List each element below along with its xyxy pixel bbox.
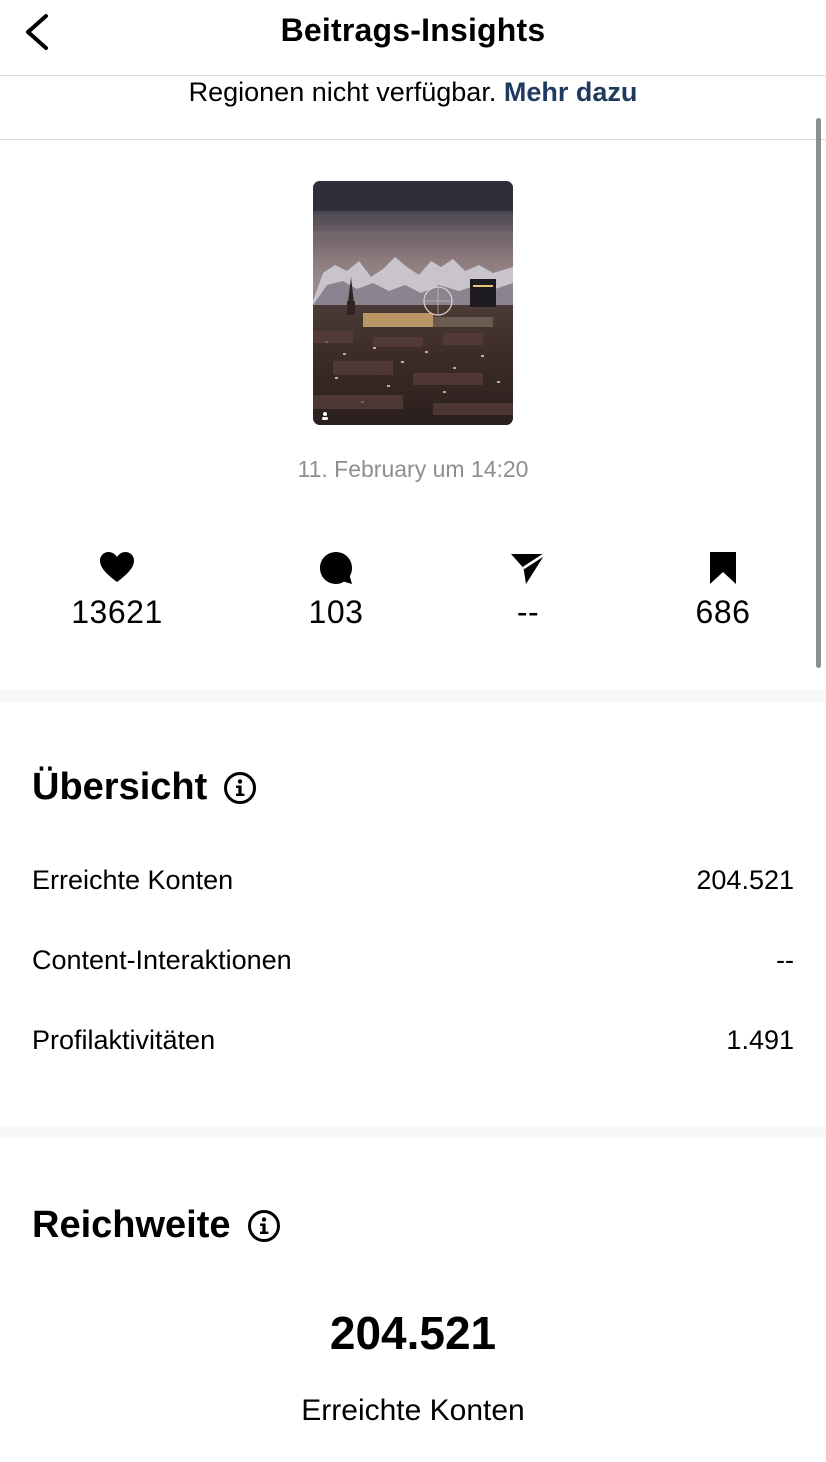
- section-divider: [0, 690, 826, 702]
- section-divider: [0, 1126, 826, 1138]
- likes-stat: 13621: [37, 548, 197, 631]
- row-label: Profilaktivitäten: [32, 1024, 216, 1055]
- notice-text: Regionen nicht verfügbar.: [188, 77, 497, 107]
- comments-stat: 103: [256, 548, 416, 631]
- bookmark-icon: [710, 552, 736, 584]
- comment-bubble-icon: [320, 552, 352, 584]
- scrollbar[interactable]: [816, 118, 821, 668]
- learn-more-link[interactable]: Mehr dazu: [504, 77, 638, 107]
- reach-heading: Reichweite: [32, 1204, 281, 1247]
- likes-count: 13621: [71, 594, 163, 630]
- reach-value: 204.521: [329, 1307, 497, 1359]
- regions-notice: Regionen nicht verfügbar. Mehr dazu: [0, 76, 826, 140]
- post-thumbnail[interactable]: [313, 181, 513, 425]
- overview-title: Übersicht: [32, 766, 208, 808]
- overview-row-profile-activity[interactable]: Profilaktivitäten 1.491: [32, 1020, 794, 1060]
- post-insights-screen: Beitrags-Insights Regionen nicht verfügb…: [0, 0, 826, 1462]
- reach-title: Reichweite: [32, 1204, 231, 1246]
- shares-count: --: [516, 594, 540, 630]
- info-icon[interactable]: [223, 771, 257, 805]
- overview-row-accounts-reached[interactable]: Erreichte Konten 204.521: [32, 860, 794, 900]
- paper-plane-icon: [511, 552, 546, 584]
- overview-heading: Übersicht: [32, 766, 257, 809]
- overview-row-content-interactions[interactable]: Content-Interaktionen --: [32, 940, 794, 980]
- row-label: Erreichte Konten: [32, 864, 234, 895]
- row-value: 1.491: [726, 1024, 794, 1055]
- info-icon[interactable]: [247, 1209, 281, 1243]
- heart-icon: [100, 552, 134, 582]
- nav-header: Beitrags-Insights: [0, 0, 826, 76]
- row-label: Content-Interaktionen: [32, 944, 292, 975]
- saves-stat: 686: [643, 548, 803, 631]
- shares-stat: --: [448, 548, 608, 631]
- saves-count: 686: [695, 594, 751, 630]
- row-value: --: [776, 944, 794, 975]
- reach-label: Erreichte Konten: [301, 1394, 525, 1427]
- post-date: 11. February um 14:20: [297, 456, 529, 482]
- page-title: Beitrags-Insights: [280, 12, 546, 48]
- comments-count: 103: [308, 594, 364, 630]
- row-value: 204.521: [696, 864, 794, 895]
